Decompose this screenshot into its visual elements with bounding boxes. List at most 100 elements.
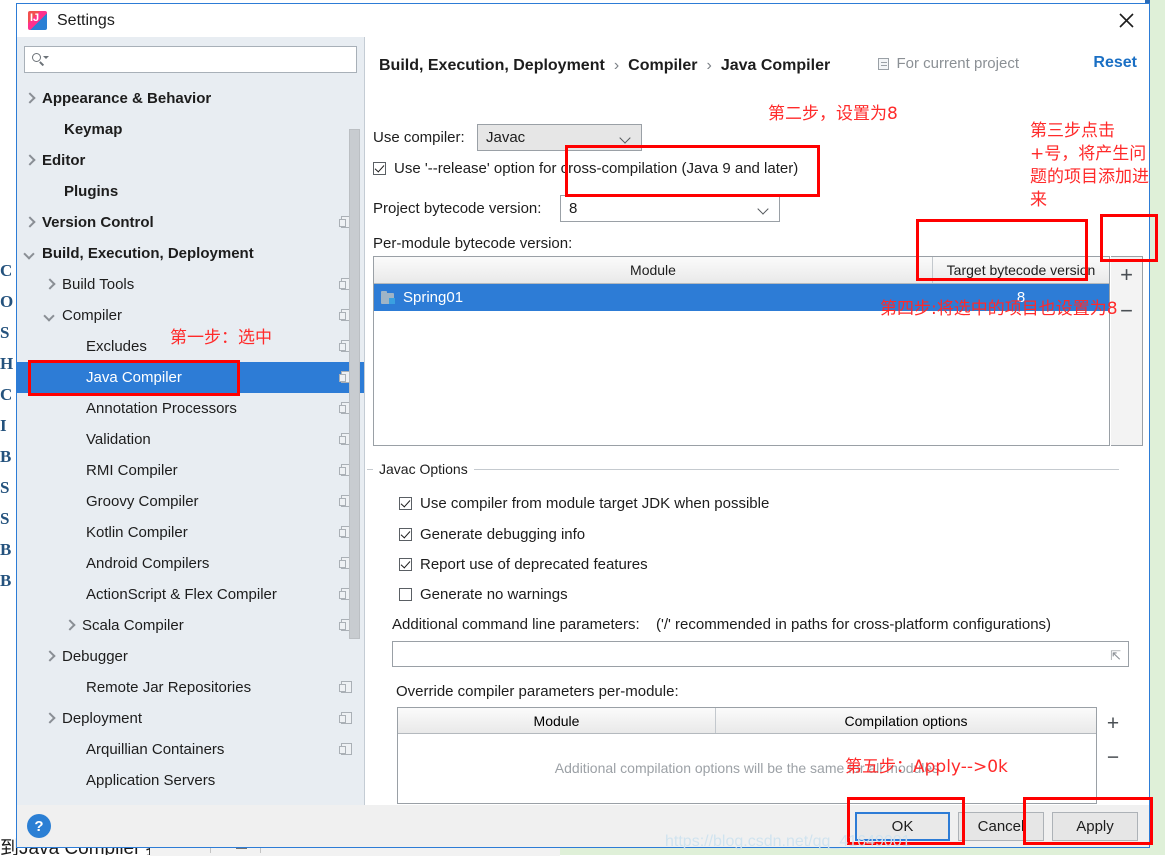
add-module-button[interactable]: + (1111, 257, 1142, 293)
project-bytecode-dropdown[interactable]: 8 (560, 195, 780, 222)
sidebar-item-compiler[interactable]: Compiler (17, 300, 364, 331)
column-header-compilation-options[interactable]: Compilation options (716, 708, 1096, 733)
cell-target-bytecode[interactable]: 8 (933, 289, 1109, 306)
ok-button[interactable]: OK (855, 812, 950, 841)
sidebar-item-label: Android Compilers (86, 555, 210, 572)
dialog-body: Appearance & Behavior Keymap Editor Plugins… (17, 37, 1149, 805)
chevron-right-icon[interactable] (25, 156, 34, 165)
sidebar-item-version-control[interactable]: Version Control (17, 207, 364, 238)
sidebar-item-debugger[interactable]: Debugger (17, 641, 364, 672)
sidebar-item-remote-jar-repositories[interactable]: Remote Jar Repositories (17, 672, 364, 703)
sidebar-item-application-servers[interactable]: Application Servers (17, 765, 364, 796)
javac-option-checkbox-3[interactable] (399, 588, 412, 601)
javac-option-checkbox-2[interactable] (399, 558, 412, 571)
javac-option-label-0: Use compiler from module target JDK when… (420, 495, 770, 512)
sidebar-item-label: Remote Jar Repositories (86, 679, 252, 696)
sheet-icon (878, 57, 890, 70)
breadcrumb-item-1[interactable]: Compiler (628, 57, 697, 75)
settings-content-pane: Build, Execution, Deployment › Compiler … (365, 37, 1149, 805)
sidebar-item-android-compilers[interactable]: Android Compilers (17, 548, 364, 579)
dialog-footer: ? OK Cancel Apply (17, 805, 1149, 847)
settings-tree: Appearance & Behavior Keymap Editor Plugins… (17, 83, 364, 805)
use-compiler-dropdown[interactable]: Javac (477, 124, 642, 151)
column-header-module[interactable]: Module (398, 708, 716, 733)
close-icon[interactable] (1103, 4, 1149, 37)
table-row[interactable]: Spring01 8 (374, 284, 1109, 311)
expand-icon[interactable]: ⇱ (1110, 648, 1121, 664)
sidebar-item-java-compiler[interactable]: Java Compiler (17, 362, 364, 393)
sidebar-item-arquillian-containers[interactable]: Arquillian Containers (17, 734, 364, 765)
sidebar-item-label: Build Tools (62, 276, 135, 293)
javac-option-row-2[interactable]: Report use of deprecated features (399, 556, 648, 573)
sidebar-item-keymap[interactable]: Keymap (17, 114, 364, 145)
sidebar-item-appearance-behavior[interactable]: Appearance & Behavior (17, 83, 364, 114)
javac-option-label-1: Generate debugging info (420, 526, 586, 543)
javac-option-checkbox-0[interactable] (399, 497, 412, 510)
apply-button[interactable]: Apply (1052, 812, 1138, 841)
breadcrumb-separator: › (613, 57, 620, 74)
search-input[interactable] (49, 47, 356, 72)
group-divider (367, 469, 1119, 470)
javac-options-title: Javac Options (373, 461, 474, 477)
column-header-module[interactable]: Module (374, 257, 933, 283)
sidebar-item-deployment[interactable]: Deployment (17, 703, 364, 734)
module-table-buttons: + − (1111, 256, 1143, 446)
javac-option-row-0[interactable]: Use compiler from module target JDK when… (399, 495, 769, 512)
chevron-right-icon[interactable] (65, 621, 74, 630)
javac-option-checkbox-1[interactable] (399, 528, 412, 541)
sidebar-item-label: Editor (42, 152, 86, 169)
breadcrumb-item-2: Java Compiler (720, 57, 831, 74)
column-header-target-bytecode[interactable]: Target bytecode version (933, 257, 1109, 283)
chevron-down-icon[interactable] (25, 249, 34, 258)
javac-option-row-3[interactable]: Generate no warnings (399, 586, 568, 603)
search-box[interactable] (24, 46, 357, 73)
sidebar-item-annotation-processors[interactable]: Annotation Processors (17, 393, 364, 424)
sidebar-item-excludes[interactable]: Excludes (17, 331, 364, 362)
additional-params-input[interactable]: ⇱ (392, 641, 1129, 667)
sidebar-item-label: ActionScript & Flex Compiler (86, 586, 277, 603)
use-compiler-value: Javac (486, 129, 526, 146)
sidebar-item-scala-compiler[interactable]: Scala Compiler (17, 610, 364, 641)
sidebar-item-label: Keymap (64, 121, 123, 138)
sidebar-item-build-tools[interactable]: Build Tools (17, 269, 364, 300)
chevron-down-icon[interactable] (45, 311, 54, 320)
sidebar-item-rmi-compiler[interactable]: RMI Compiler (17, 455, 364, 486)
remove-module-button[interactable]: − (1111, 293, 1142, 329)
chevron-right-icon[interactable] (45, 714, 54, 723)
javac-option-row-1[interactable]: Generate debugging info (399, 526, 585, 543)
sidebar-item-validation[interactable]: Validation (17, 424, 364, 455)
chevron-right-icon[interactable] (25, 94, 34, 103)
release-option-row[interactable]: Use '--release' option for cross-compila… (373, 160, 798, 177)
sidebar-scrollbar-thumb[interactable] (349, 129, 360, 639)
sidebar-item-groovy-compiler[interactable]: Groovy Compiler (17, 486, 364, 517)
sidebar-item-kotlin-compiler[interactable]: Kotlin Compiler (17, 517, 364, 548)
breadcrumb-item-0[interactable]: Build, Execution, Deployment (379, 57, 605, 75)
sidebar-item-editor[interactable]: Editor (17, 145, 364, 176)
chevron-right-icon[interactable] (45, 652, 54, 661)
release-option-checkbox[interactable] (373, 162, 386, 175)
sidebar-item-label: Version Control (42, 214, 154, 231)
add-override-button[interactable]: + (1098, 707, 1128, 741)
sidebar-scrollbar-track[interactable] (349, 83, 362, 805)
release-option-label: Use '--release' option for cross-compila… (394, 160, 799, 177)
remove-override-button[interactable]: − (1098, 741, 1128, 775)
sidebar-item-label: RMI Compiler (86, 462, 178, 479)
help-button[interactable]: ? (27, 814, 51, 838)
chevron-right-icon[interactable] (45, 280, 54, 289)
sidebar-item-label: Kotlin Compiler (86, 524, 188, 541)
reset-link[interactable]: Reset (1093, 54, 1137, 72)
sidebar-item-build-execution-deployment[interactable]: Build, Execution, Deployment (17, 238, 364, 269)
sidebar-item-actionscript-flex-compiler[interactable]: ActionScript & Flex Compiler (17, 579, 364, 610)
sidebar-item-label: Appearance & Behavior (42, 90, 212, 107)
chevron-right-icon[interactable] (25, 218, 34, 227)
sidebar-item-plugins[interactable]: Plugins (17, 176, 364, 207)
cancel-button[interactable]: Cancel (958, 812, 1044, 841)
project-bytecode-label: Project bytecode version: (373, 200, 542, 217)
per-module-bytecode-table: Module Target bytecode version Spring01 … (373, 256, 1110, 446)
sidebar-item-label: Compiler (62, 307, 123, 324)
